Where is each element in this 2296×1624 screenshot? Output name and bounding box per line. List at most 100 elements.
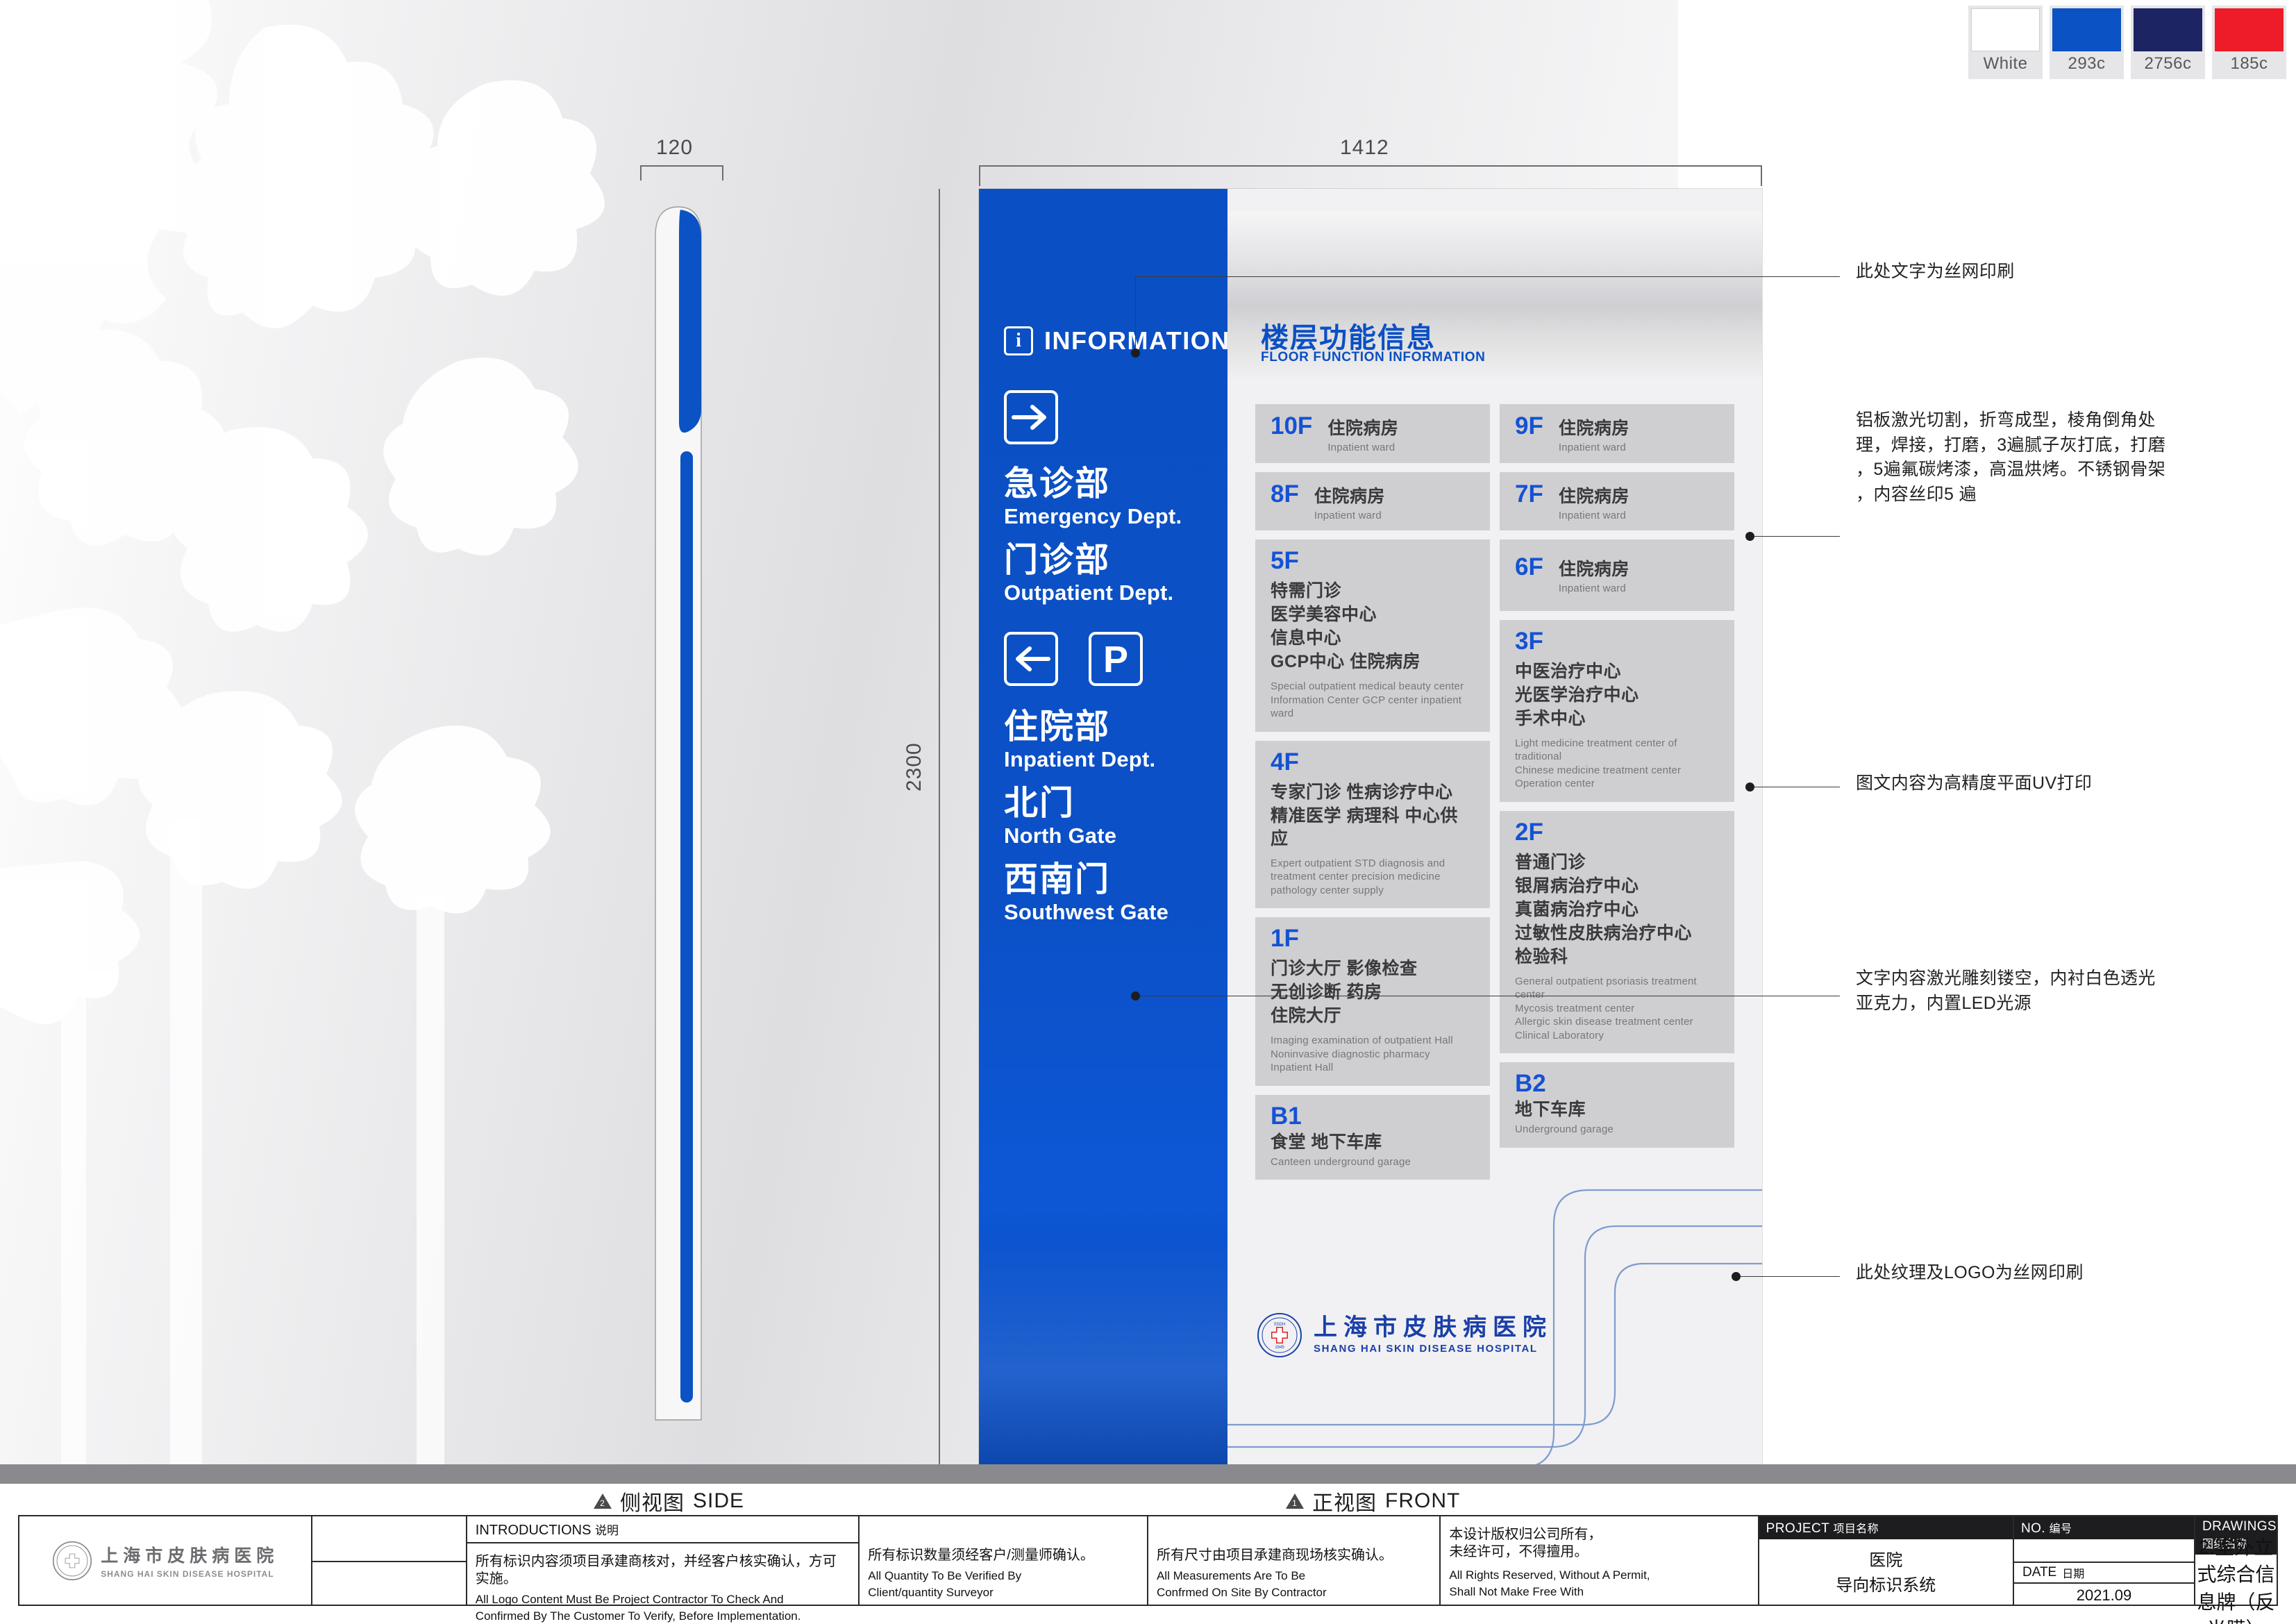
project-value: 医院 导向标识系统 <box>1759 1539 2013 1607</box>
dim-tick-front-right <box>1761 165 1762 186</box>
front-view-sign: i INFORMATION 急诊部 Emergency Dept. 门诊部 Ou… <box>979 189 1762 1475</box>
color-swatch-legend: White 293c 2756c 185c <box>1968 6 2286 79</box>
direction-label-cn: 急诊部 <box>1004 465 1111 503</box>
floor-name-en: Inpatient ward <box>1558 583 1626 594</box>
number-header-en: NO. <box>2020 1521 2045 1536</box>
arrow-left-icon <box>1004 632 1058 686</box>
leader-dot-laser-engrave <box>1131 991 1140 1001</box>
floor-name-en: Mycosis treatment center <box>1515 1002 1635 1014</box>
floor-name-cn: 特需门诊 <box>1271 581 1342 601</box>
leader-line-silkscreen-logo <box>1736 1276 1840 1277</box>
floor-name-en: Clinical Laboratory <box>1515 1029 1604 1041</box>
sign-blue-panel: i INFORMATION 急诊部 Emergency Dept. 门诊部 Ou… <box>979 189 1227 1475</box>
floor-name-cn: 过敏性皮肤病治疗中心 <box>1515 923 1693 943</box>
hospital-logo-block: SSDH 1945 上海市皮肤病医院 SHANG HAI SKIN DISEAS… <box>1257 1312 1552 1358</box>
drawing-title-block: 上海市皮肤病医院 SHANG HAI SKIN DISEASE HOSPITAL… <box>18 1515 2278 1624</box>
direction-group-inpatient-gates: 住院部 Inpatient Dept. 北门 North Gate 西南门 So… <box>1004 708 1168 937</box>
hospital-seal-icon: SSDH 1945 <box>1257 1313 1302 1357</box>
floor-name-en: General outpatient psoriasis treatment c… <box>1515 975 1697 1001</box>
dim-tick-side-right <box>722 165 723 181</box>
floor-card-7F: 7F 住院病房 Inpatient ward <box>1500 471 1734 530</box>
floor-name-en: Allergic skin disease treatment center <box>1515 1016 1693 1028</box>
view-caption-en: SIDE <box>693 1489 745 1512</box>
floor-number: 6F <box>1515 553 1543 580</box>
leader-line-silkscreen-text <box>1135 276 1840 277</box>
view-marker-icon: 2 <box>594 1493 612 1509</box>
info-icon: i <box>1004 326 1033 355</box>
floor-card-10F: 10F 住院病房 Inpatient ward <box>1255 404 1490 463</box>
swatch-185c: 185c <box>2212 6 2286 79</box>
floor-name-en: Canteen underground garage <box>1271 1155 1411 1168</box>
floor-card-1F: 1F 门诊大厅 影像检查 无创诊断 药房 住院大厅 Imaging examin… <box>1255 917 1490 1086</box>
note-cn: 所有尺寸由项目承建商现场核实确认。 <box>1156 1548 1393 1563</box>
swatch-293c: 293c <box>2050 6 2124 79</box>
floor-number: 8F <box>1271 480 1299 508</box>
callout-line: ，5遍氟碳烤漆，高温烘烤。不锈钢骨架 <box>1856 460 2166 479</box>
floor-name-cn: 中医治疗中心 <box>1515 661 1622 681</box>
view-caption-en: FRONT <box>1385 1489 1461 1512</box>
divider <box>312 1560 466 1562</box>
title-block-note-copyright: 本设计版权归公司所有， 未经许可，不得擅用。 All Rights Reserv… <box>1441 1516 1759 1605</box>
number-header: NO. 编号 <box>2013 1516 2194 1539</box>
svg-text:SSDH: SSDH <box>1274 1323 1286 1327</box>
floor-body: 住院病房 Inpatient ward <box>1327 417 1398 455</box>
floor-number: B2 <box>1515 1070 1546 1097</box>
background-white-right <box>1678 0 2296 1465</box>
direction-label-cn: 住院部 <box>1004 708 1111 746</box>
dim-line-front-h <box>979 165 1762 167</box>
floor-card-B1: B1 食堂 地下车库 Canteen underground garage <box>1255 1094 1490 1180</box>
number-header-cn: 编号 <box>2049 1523 2072 1535</box>
floor-number: 7F <box>1515 480 1543 508</box>
number-value <box>2013 1539 2194 1563</box>
note-en: All Quantity To Be Verified By <box>868 1569 1022 1582</box>
hospital-name-en: SHANG HAI SKIN DISEASE HOSPITAL <box>101 1569 274 1579</box>
floor-name-cn: 手术中心 <box>1515 708 1586 728</box>
note-en: Confirmed By The Customer To Verify, Bef… <box>475 1609 801 1623</box>
floor-body: 住院病房 Inpatient ward <box>1559 417 1629 455</box>
dim-tick-front-left <box>979 165 980 186</box>
floor-card-B2: B2 地下车库 Underground garage <box>1500 1062 1734 1148</box>
floor-name-en: Inpatient ward <box>1558 509 1626 521</box>
view-caption-front: 1 正视图 FRONT <box>1286 1486 1460 1516</box>
callout-laser-engrave: 文字内容激光雕刻镂空，内衬白色透光 亚克力，内置LED光源 <box>1856 966 2217 1016</box>
date-header-cn: 日期 <box>2062 1568 2085 1580</box>
floor-body: 住院病房 Inpatient ward <box>1559 558 1629 596</box>
callout-aluminium-process: 铝板激光切割，折弯成型，棱角倒角处 理，焊接，打磨，3遍腻子灰打底，打磨 ，5遍… <box>1856 408 2224 507</box>
hospital-logo-text: 上海市皮肤病医院 SHANG HAI SKIN DISEASE HOSPITAL <box>1314 1316 1552 1355</box>
callout-silkscreen-logo: 此处纹理及LOGO为丝网印刷 <box>1856 1261 2084 1286</box>
note-cn: 所有标识数量须经客户/测量师确认。 <box>868 1548 1094 1563</box>
floor-name-cn: 食堂 地下车库 <box>1271 1132 1382 1152</box>
title-block-note-measurements: 所有尺寸由项目承建商现场核实确认。 All Measurements Are T… <box>1148 1516 1441 1605</box>
hospital-seal-icon <box>53 1541 92 1580</box>
swatch-label: White <box>1983 54 2028 73</box>
project-value-line1: 医院 <box>1869 1550 1903 1570</box>
floor-name-en: Noninvasive diagnostic pharmacy <box>1271 1048 1430 1060</box>
arrow-right-icon <box>1004 390 1058 444</box>
svg-text:P: P <box>1103 639 1128 680</box>
callout-line: 理，焊接，打磨，3遍腻子灰打底，打磨 <box>1856 435 2166 455</box>
callout-line: 此处纹理及LOGO为丝网印刷 <box>1856 1263 2084 1282</box>
floor-number: B1 <box>1271 1102 1302 1130</box>
drawings-value-line1: 2.室外立式综合信 <box>2197 1537 2275 1586</box>
swatch-chip <box>1971 8 2040 51</box>
floor-name-en: Inpatient Hall <box>1271 1062 1334 1073</box>
leader-line-aluminium <box>1750 536 1840 537</box>
note-cn: 本设计版权归公司所有， 未经许可，不得擅用。 <box>1449 1527 1602 1559</box>
view-marker-icon: 1 <box>1286 1493 1304 1509</box>
direction-label-en: Emergency Dept. <box>1004 503 1182 528</box>
floor-name-cn: 住院病房 <box>1558 419 1629 438</box>
swatch-chip <box>2134 8 2202 51</box>
drawings-value-line2: 息牌（反光膜） <box>2197 1591 2275 1624</box>
callout-line: 图文内容为高精度平面UV打印 <box>1856 773 2093 793</box>
floor-card-4F: 4F 专家门诊 性病诊疗中心 精准医学 病理科 中心供应 Expert outp… <box>1255 740 1490 908</box>
direction-label-cn: 北门 <box>1004 785 1075 823</box>
callout-line: 此处文字为丝网印刷 <box>1856 262 2015 281</box>
note-en: All Logo Content Must Be Project Contrac… <box>475 1593 784 1606</box>
drawings-header-en: DRAWINGS <box>2202 1519 2277 1534</box>
view-marker-number: 1 <box>1292 1498 1298 1508</box>
floor-number: 10F <box>1271 412 1313 440</box>
tree-shadow-illustration <box>0 0 605 1465</box>
floor-name-en: Inpatient ward <box>1558 442 1626 453</box>
view-marker-number: 2 <box>600 1498 605 1508</box>
floor-name-en: Underground garage <box>1515 1123 1614 1135</box>
